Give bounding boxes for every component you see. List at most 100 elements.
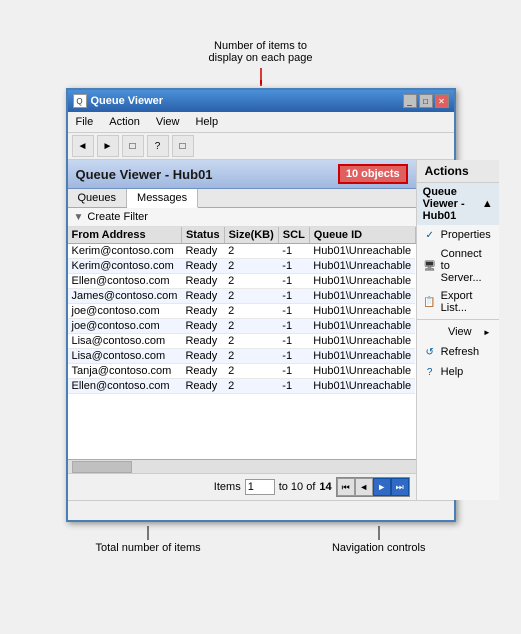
actions-section-title[interactable]: Queue Viewer - Hub01 ▲ <box>417 183 499 225</box>
table-row[interactable]: Ellen@contoso.comReady2-1Hub01\Unreachab… <box>68 274 416 289</box>
table-row[interactable]: joe@contoso.comReady2-1Hub01\Unreachable <box>68 304 416 319</box>
action-item-1[interactable]: 🖥 Connect to Server... <box>417 245 499 287</box>
table-row[interactable]: Ellen@contoso.comReady2-1Hub01\Unreachab… <box>68 379 416 394</box>
action-label-1: Connect to Server... <box>441 248 491 284</box>
cell-3-1: Ready <box>181 289 224 304</box>
action-item-3[interactable]: View► <box>417 322 499 342</box>
horizontal-scrollbar[interactable] <box>68 459 416 473</box>
action-item-4[interactable]: ↺Refresh <box>417 342 499 362</box>
title-controls: _ □ ✕ <box>403 94 449 108</box>
cell-0-4: Hub01\Unreachable <box>309 244 415 259</box>
page-input[interactable] <box>245 479 275 495</box>
action-list: ✓Properties 🖥 Connect to Server...📋Export … <box>417 225 499 382</box>
minimize-button[interactable]: _ <box>403 94 417 108</box>
menu-help[interactable]: Help <box>191 114 222 130</box>
action-icon-3 <box>423 325 437 339</box>
tab-queues[interactable]: Queues <box>68 189 128 207</box>
window: Q Queue Viewer _ □ ✕ File Action View He… <box>66 88 456 522</box>
right-panel: Actions Queue Viewer - Hub01 ▲ ✓Properti… <box>417 160 499 500</box>
menu-bar: File Action View Help <box>68 112 454 133</box>
cell-3-4: Hub01\Unreachable <box>309 289 415 304</box>
toolbar-stop[interactable]: □ <box>122 135 144 157</box>
menu-view[interactable]: View <box>152 114 184 130</box>
filter-icon: ▼ <box>74 212 84 223</box>
action-label-3: View <box>448 326 472 338</box>
action-icon-0: ✓ <box>423 228 437 242</box>
cell-9-3: -1 <box>278 379 309 394</box>
top-annotation: Number of items to display on each page <box>66 40 456 64</box>
menu-action[interactable]: Action <box>105 114 144 130</box>
objects-badge: 10 objects <box>338 164 408 184</box>
cell-3-2: 2 <box>224 289 278 304</box>
close-button[interactable]: ✕ <box>435 94 449 108</box>
table-row[interactable]: Lisa@contoso.comReady2-1Hub01\Unreachabl… <box>68 334 416 349</box>
cell-6-0: Lisa@contoso.com <box>68 334 182 349</box>
cell-5-0: joe@contoso.com <box>68 319 182 334</box>
cell-3-0: James@contoso.com <box>68 289 182 304</box>
cell-9-0: Ellen@contoso.com <box>68 379 182 394</box>
cell-5-4: Hub01\Unreachable <box>309 319 415 334</box>
cell-8-0: Tanja@contoso.com <box>68 364 182 379</box>
cell-7-1: Ready <box>181 349 224 364</box>
nav-last[interactable]: ⏭ <box>391 478 409 496</box>
table-row[interactable]: joe@contoso.comReady2-1Hub01\Unreachable <box>68 319 416 334</box>
toolbar-forward[interactable]: ► <box>97 135 119 157</box>
table-row[interactable]: James@contoso.comReady2-1Hub01\Unreachab… <box>68 289 416 304</box>
cell-7-0: Lisa@contoso.com <box>68 349 182 364</box>
col-scl: SCL <box>278 227 309 244</box>
nav-controls-annotation: Navigation controls <box>332 542 426 554</box>
cell-7-4: Hub01\Unreachable <box>309 349 415 364</box>
action-item-0[interactable]: ✓Properties <box>417 225 499 245</box>
table-row[interactable]: Kerim@contoso.comReady2-1Hub01\Unreachab… <box>68 259 416 274</box>
toolbar-extra[interactable]: □ <box>172 135 194 157</box>
cell-2-4: Hub01\Unreachable <box>309 274 415 289</box>
action-item-5[interactable]: ?Help <box>417 362 499 382</box>
table-row[interactable]: Lisa@contoso.comReady2-1Hub01\Unreachabl… <box>68 349 416 364</box>
toolbar: ◄ ► □ ? □ <box>68 133 454 160</box>
nav-first[interactable]: ⏮ <box>337 478 355 496</box>
cell-1-1: Ready <box>181 259 224 274</box>
maximize-button[interactable]: □ <box>419 94 433 108</box>
cell-6-2: 2 <box>224 334 278 349</box>
data-table: From Address Status Size(KB) SCL Queue I… <box>68 227 416 394</box>
toolbar-help[interactable]: ? <box>147 135 169 157</box>
cell-4-0: joe@contoso.com <box>68 304 182 319</box>
nav-next[interactable]: ► <box>373 478 391 496</box>
cell-1-0: Kerim@contoso.com <box>68 259 182 274</box>
cell-0-1: Ready <box>181 244 224 259</box>
scroll-thumb[interactable] <box>72 461 132 473</box>
total-items-annotation: Total number of items <box>96 542 201 554</box>
section-collapse-icon: ▲ <box>482 198 493 210</box>
nav-prev[interactable]: ◄ <box>355 478 373 496</box>
cell-2-0: Ellen@contoso.com <box>68 274 182 289</box>
col-queue: Queue ID <box>309 227 415 244</box>
nav-controls: ⏮ ◄ ► ⏭ <box>336 477 410 497</box>
window-icon: Q <box>73 94 87 108</box>
cell-3-3: -1 <box>278 289 309 304</box>
action-icon-1: 🖥 <box>423 259 437 273</box>
cell-2-3: -1 <box>278 274 309 289</box>
toolbar-back[interactable]: ◄ <box>72 135 94 157</box>
tabs: Queues Messages <box>68 189 416 208</box>
cell-5-1: Ready <box>181 319 224 334</box>
cell-1-4: Hub01\Unreachable <box>309 259 415 274</box>
menu-file[interactable]: File <box>72 114 98 130</box>
data-table-container: From Address Status Size(KB) SCL Queue I… <box>68 227 416 459</box>
cell-0-2: 2 <box>224 244 278 259</box>
table-row[interactable]: Tanja@contoso.comReady2-1Hub01\Unreachab… <box>68 364 416 379</box>
filter-label[interactable]: Create Filter <box>87 211 148 223</box>
col-size: Size(KB) <box>224 227 278 244</box>
panel-title: Queue Viewer - Hub01 <box>76 167 213 182</box>
annotation-arrow-bottom-right <box>378 526 380 540</box>
tab-messages[interactable]: Messages <box>127 189 198 208</box>
title-bar: Q Queue Viewer _ □ ✕ <box>68 90 454 112</box>
action-icon-2: 📋 <box>423 295 437 309</box>
table-row[interactable]: Kerim@contoso.comReady2-1Hub01\Unreachab… <box>68 244 416 259</box>
action-item-2[interactable]: 📋Export List... <box>417 287 499 317</box>
cell-7-2: 2 <box>224 349 278 364</box>
cell-1-2: 2 <box>224 259 278 274</box>
cell-0-0: Kerim@contoso.com <box>68 244 182 259</box>
total-items: 14 <box>319 481 331 493</box>
cell-9-2: 2 <box>224 379 278 394</box>
main-content: Queue Viewer - Hub01 10 objects Queues M… <box>68 160 454 500</box>
